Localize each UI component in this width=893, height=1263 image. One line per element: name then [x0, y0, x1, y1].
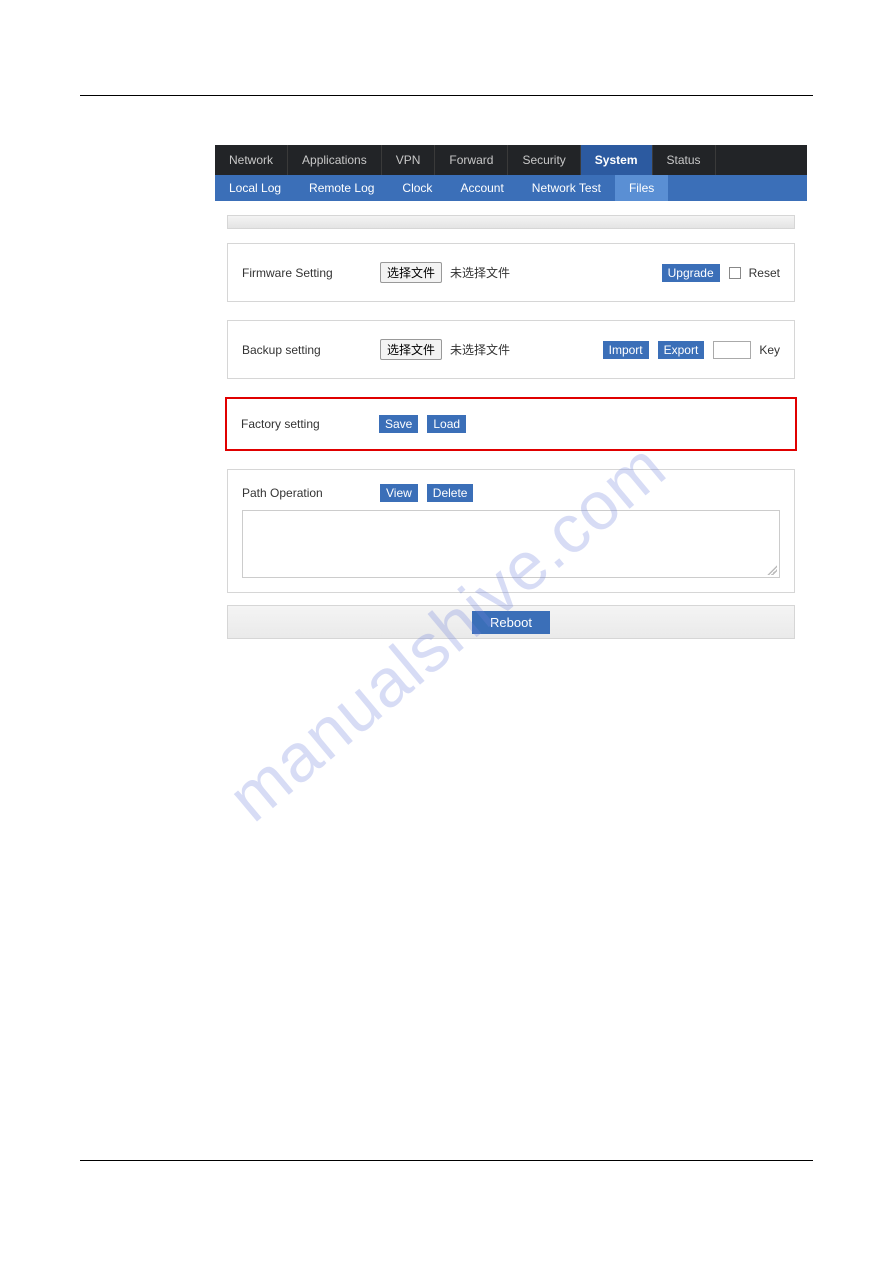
- export-button[interactable]: Export: [658, 341, 705, 359]
- reset-checkbox[interactable]: [729, 267, 741, 279]
- tab-status[interactable]: Status: [653, 145, 716, 175]
- delete-button[interactable]: Delete: [427, 484, 474, 502]
- path-panel: Path Operation View Delete: [227, 469, 795, 593]
- backup-panel: Backup setting 选择文件 未选择文件 Import Export …: [227, 320, 795, 379]
- tab-security[interactable]: Security: [508, 145, 580, 175]
- import-button[interactable]: Import: [603, 341, 649, 359]
- path-label: Path Operation: [242, 486, 372, 500]
- path-textarea[interactable]: [242, 510, 780, 578]
- upgrade-button[interactable]: Upgrade: [662, 264, 720, 282]
- factory-panel: Factory setting Save Load: [225, 397, 797, 451]
- subtab-files[interactable]: Files: [615, 175, 668, 201]
- reset-label: Reset: [749, 266, 780, 280]
- firmware-no-file-text: 未选择文件: [450, 264, 510, 281]
- content-area: Firmware Setting 选择文件 未选择文件 Upgrade Rese…: [215, 201, 807, 639]
- main-tabs: Network Applications VPN Forward Securit…: [215, 145, 807, 175]
- firmware-label: Firmware Setting: [242, 266, 372, 280]
- backup-no-file-text: 未选择文件: [450, 341, 510, 358]
- factory-load-button[interactable]: Load: [427, 415, 466, 433]
- tab-system[interactable]: System: [581, 145, 653, 175]
- subtab-clock[interactable]: Clock: [388, 175, 446, 201]
- tab-network[interactable]: Network: [215, 145, 288, 175]
- sub-tabs: Local Log Remote Log Clock Account Netwo…: [215, 175, 807, 201]
- key-input[interactable]: [713, 341, 751, 359]
- backup-label: Backup setting: [242, 343, 372, 357]
- reboot-button[interactable]: Reboot: [472, 611, 550, 634]
- view-button[interactable]: View: [380, 484, 418, 502]
- system-files-app: Network Applications VPN Forward Securit…: [215, 145, 807, 639]
- page-top-rule: [80, 95, 813, 96]
- subtab-account[interactable]: Account: [446, 175, 517, 201]
- tab-forward[interactable]: Forward: [435, 145, 508, 175]
- firmware-panel: Firmware Setting 选择文件 未选择文件 Upgrade Rese…: [227, 243, 795, 302]
- subtab-remote-log[interactable]: Remote Log: [295, 175, 388, 201]
- backup-choose-file-button[interactable]: 选择文件: [380, 339, 442, 360]
- factory-save-button[interactable]: Save: [379, 415, 418, 433]
- factory-label: Factory setting: [241, 417, 371, 431]
- subtab-local-log[interactable]: Local Log: [215, 175, 295, 201]
- tab-vpn[interactable]: VPN: [382, 145, 436, 175]
- subtab-network-test[interactable]: Network Test: [518, 175, 615, 201]
- reboot-bar: Reboot: [227, 605, 795, 639]
- resize-handle-icon: [767, 565, 777, 575]
- page-bottom-rule: [80, 1160, 813, 1161]
- tab-applications[interactable]: Applications: [288, 145, 382, 175]
- key-label: Key: [759, 343, 780, 357]
- section-header-bar: [227, 215, 795, 229]
- firmware-choose-file-button[interactable]: 选择文件: [380, 262, 442, 283]
